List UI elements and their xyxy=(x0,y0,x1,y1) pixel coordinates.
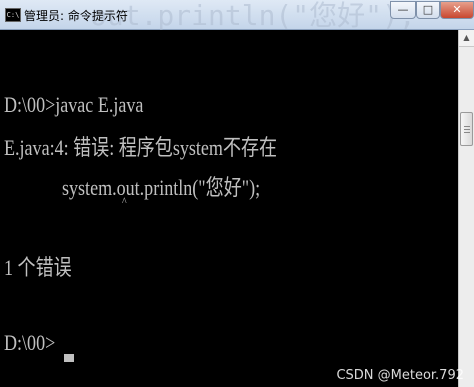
scroll-up-icon[interactable]: ▲ xyxy=(459,30,474,47)
console-line-prompt-javac: D:\00>javac E.java xyxy=(4,92,144,117)
window-title: 管理员: 命令提示符 xyxy=(24,9,128,23)
title-bar[interactable]: out.println("您好"); C:\ 管理员: 命令提示符 — □ ✕ xyxy=(0,0,474,32)
close-button[interactable]: ✕ xyxy=(440,1,474,19)
console-line-error-count: 1 个错误 xyxy=(4,255,72,280)
watermark: CSDN @Meteor.792 xyxy=(336,368,464,383)
title-ghost-text: out.println("您好"); xyxy=(90,0,416,32)
grip-line-icon xyxy=(464,132,470,133)
vertical-scrollbar[interactable]: ▲ xyxy=(458,30,474,387)
scrollbar-thumb[interactable] xyxy=(460,112,473,146)
console-line-caret: ^ xyxy=(122,194,127,208)
maximize-button[interactable]: □ xyxy=(416,1,440,19)
console-line-source: system.out.println("您好"); xyxy=(62,175,261,200)
cmd-app-icon[interactable]: C:\ xyxy=(5,8,21,22)
console-output[interactable]: D:\00>javac E.java E.java:4: 错误: 程序包syst… xyxy=(0,30,458,387)
grip-line-icon xyxy=(464,126,470,127)
text-cursor xyxy=(64,354,74,362)
grip-line-icon xyxy=(464,129,470,130)
console-line-prompt: D:\00> xyxy=(4,330,56,355)
minimize-button[interactable]: — xyxy=(390,1,416,19)
console-line-error: E.java:4: 错误: 程序包system不存在 xyxy=(4,135,278,160)
